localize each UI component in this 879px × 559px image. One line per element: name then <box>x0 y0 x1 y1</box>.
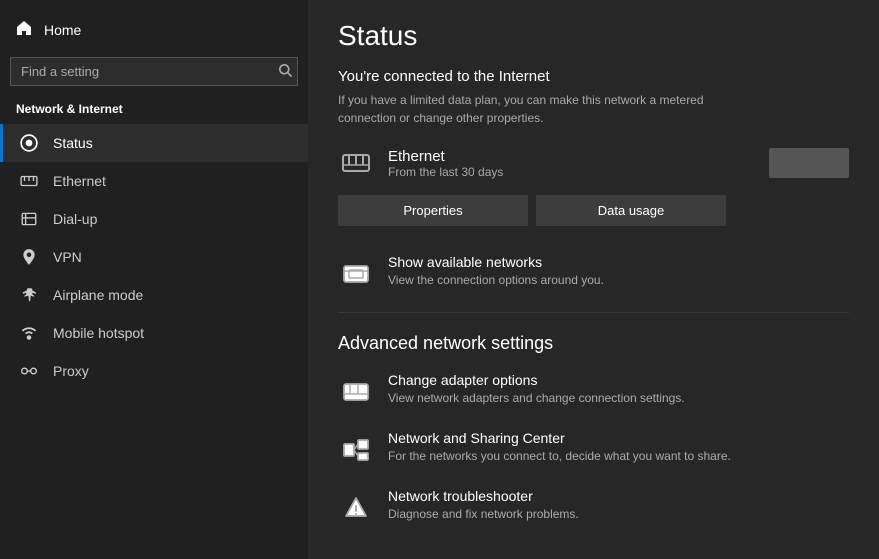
sharing-title: Network and Sharing Center <box>388 430 731 446</box>
adapter-title: Change adapter options <box>388 372 685 388</box>
show-networks-desc: View the connection options around you. <box>388 273 604 287</box>
action-buttons: Properties Data usage <box>338 195 849 226</box>
sharing-text: Network and Sharing Center For the netwo… <box>388 430 731 463</box>
show-networks-item[interactable]: Show available networks View the connect… <box>338 254 849 292</box>
search-container <box>10 57 298 86</box>
troubleshooter-item[interactable]: Network troubleshooter Diagnose and fix … <box>338 488 849 526</box>
search-button[interactable] <box>279 64 292 80</box>
sidebar-item-status[interactable]: Status <box>0 124 308 162</box>
ethernet-nav-icon <box>19 172 39 190</box>
data-usage-button[interactable]: Data usage <box>536 195 726 226</box>
connected-status-text: You're connected to the Internet <box>338 68 849 85</box>
section-divider <box>338 312 849 313</box>
home-label: Home <box>44 22 81 38</box>
sidebar-item-hotspot-label: Mobile hotspot <box>53 325 144 341</box>
proxy-icon <box>19 362 39 380</box>
sidebar-item-status-label: Status <box>53 135 93 151</box>
ethernet-card: Ethernet From the last 30 days <box>338 145 849 181</box>
troubleshooter-text: Network troubleshooter Diagnose and fix … <box>388 488 579 521</box>
status-description: If you have a limited data plan, you can… <box>338 91 758 127</box>
dialup-icon <box>19 210 39 228</box>
main-content: Status You're connected to the Internet … <box>308 0 879 559</box>
sidebar-item-airplane-label: Airplane mode <box>53 287 143 303</box>
sidebar-item-proxy[interactable]: Proxy <box>0 352 308 390</box>
search-input[interactable] <box>10 57 298 86</box>
sidebar-item-ethernet[interactable]: Ethernet <box>0 162 308 200</box>
sharing-desc: For the networks you connect to, decide … <box>388 449 731 463</box>
sidebar-item-vpn-label: VPN <box>53 249 82 265</box>
show-networks-title: Show available networks <box>388 254 604 270</box>
ethernet-subtitle: From the last 30 days <box>388 165 755 179</box>
troubleshooter-desc: Diagnose and fix network problems. <box>388 507 579 521</box>
page-title: Status <box>338 20 849 52</box>
ethernet-title: Ethernet <box>388 148 755 165</box>
advanced-section-header: Advanced network settings <box>338 333 849 354</box>
troubleshooter-icon <box>338 490 374 526</box>
home-icon <box>16 20 32 39</box>
sharing-center-item[interactable]: Network and Sharing Center For the netwo… <box>338 430 849 468</box>
adapter-options-item[interactable]: Change adapter options View network adap… <box>338 372 849 410</box>
sidebar-item-vpn[interactable]: VPN <box>0 238 308 276</box>
sidebar-item-airplane[interactable]: Airplane mode <box>0 276 308 314</box>
sidebar-item-dialup[interactable]: Dial-up <box>0 200 308 238</box>
ethernet-info: Ethernet From the last 30 days <box>388 148 755 179</box>
sidebar-item-proxy-label: Proxy <box>53 363 89 379</box>
search-icon <box>279 64 292 77</box>
vpn-icon <box>19 248 39 266</box>
hotspot-icon <box>19 324 39 342</box>
status-icon <box>19 134 39 152</box>
properties-button[interactable]: Properties <box>338 195 528 226</box>
troubleshooter-title: Network troubleshooter <box>388 488 579 504</box>
show-networks-icon <box>338 256 374 292</box>
sidebar-item-dialup-label: Dial-up <box>53 211 97 227</box>
sidebar: Home Network & Internet Status <box>0 0 308 559</box>
sidebar-item-hotspot[interactable]: Mobile hotspot <box>0 314 308 352</box>
sidebar-home-button[interactable]: Home <box>0 10 308 49</box>
ethernet-usage-bar <box>769 148 849 178</box>
ethernet-card-icon <box>338 145 374 181</box>
airplane-icon <box>19 286 39 304</box>
adapter-icon <box>338 374 374 410</box>
sidebar-item-ethernet-label: Ethernet <box>53 173 106 189</box>
sharing-icon <box>338 432 374 468</box>
sidebar-section-title: Network & Internet <box>0 98 308 124</box>
adapter-desc: View network adapters and change connect… <box>388 391 685 405</box>
adapter-text: Change adapter options View network adap… <box>388 372 685 405</box>
show-networks-text: Show available networks View the connect… <box>388 254 604 287</box>
